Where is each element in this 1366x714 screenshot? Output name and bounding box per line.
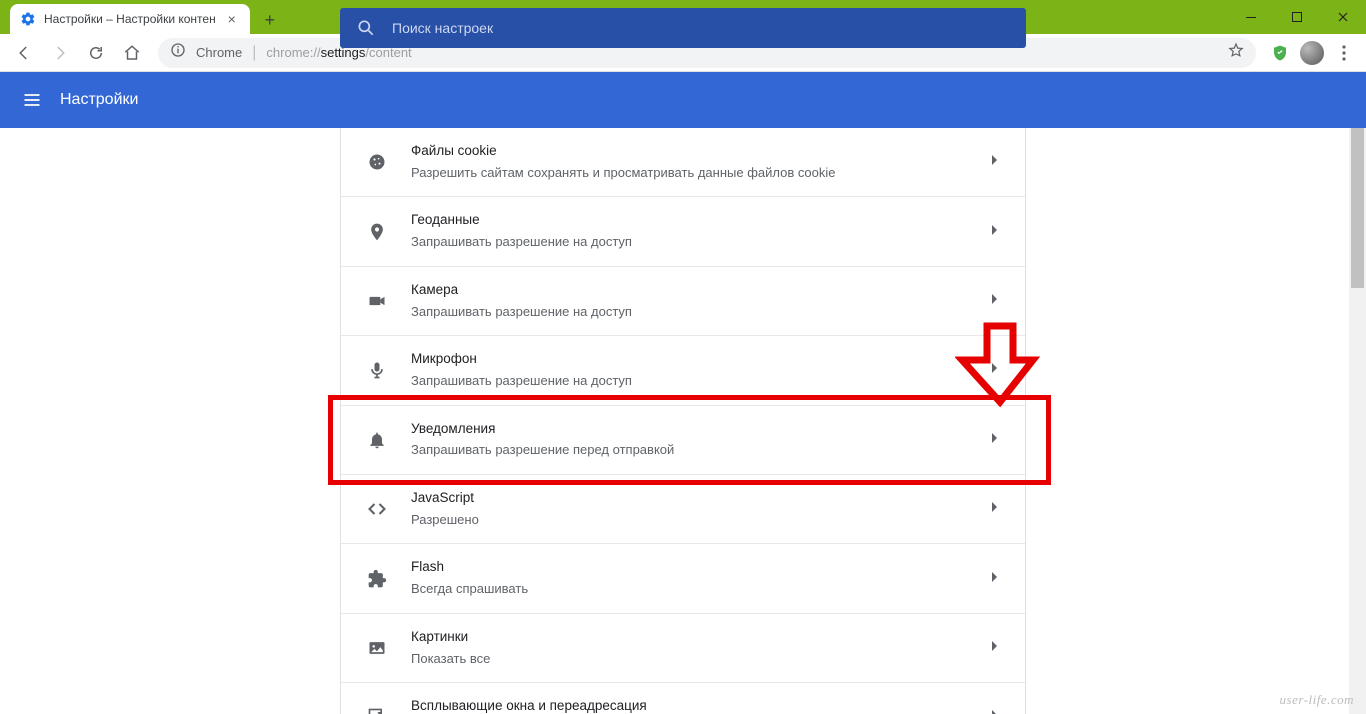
window-close-button[interactable]	[1320, 0, 1366, 34]
code-icon	[365, 497, 389, 521]
setting-title: Камера	[411, 281, 985, 300]
setting-subtitle: Разрешено	[411, 510, 985, 530]
menu-hamburger-button[interactable]	[8, 90, 56, 110]
content-settings-list: Файлы cookie Разрешить сайтам сохранять и…	[340, 128, 1026, 714]
setting-row-cookies[interactable]: Файлы cookie Разрешить сайтам сохранять и…	[341, 128, 1025, 196]
settings-header: Настройки	[0, 72, 1366, 128]
nav-home-button[interactable]	[116, 37, 148, 69]
bookmark-star-icon[interactable]	[1228, 42, 1244, 63]
settings-search-box[interactable]	[340, 8, 1026, 48]
browser-tab[interactable]: Настройки – Настройки контен ×	[10, 4, 250, 34]
nav-back-button[interactable]	[8, 37, 40, 69]
nav-forward-button[interactable]	[44, 37, 76, 69]
window-maximize-button[interactable]	[1274, 0, 1320, 34]
scrollbar-thumb[interactable]	[1351, 128, 1364, 288]
chevron-right-icon	[985, 639, 1005, 657]
profile-avatar[interactable]	[1298, 39, 1326, 67]
setting-row-popups[interactable]: Всплывающие окна и переадресацияЗаблокир…	[341, 682, 1025, 714]
setting-subtitle: Показать все	[411, 649, 985, 669]
setting-subtitle: Всегда спрашивать	[411, 579, 985, 599]
popup-icon	[365, 705, 389, 714]
microphone-icon	[365, 358, 389, 382]
setting-title: Уведомления	[411, 420, 985, 439]
bell-icon	[365, 428, 389, 452]
setting-row-javascript[interactable]: JavaScript Разрешено	[341, 474, 1025, 543]
chevron-right-icon	[985, 570, 1005, 588]
omnibox-separator: |	[252, 44, 256, 62]
new-tab-button[interactable]: +	[256, 6, 284, 34]
search-icon	[356, 18, 376, 38]
window-minimize-button[interactable]	[1228, 0, 1274, 34]
setting-row-location[interactable]: Геоданные Запрашивать разрешение на досту…	[341, 196, 1025, 265]
setting-row-flash[interactable]: Flash Всегда спрашивать	[341, 543, 1025, 612]
setting-title: Файлы cookie	[411, 142, 985, 161]
chevron-right-icon	[985, 292, 1005, 310]
chevron-right-icon	[985, 708, 1005, 714]
tab-close-icon[interactable]: ×	[224, 11, 240, 27]
setting-row-notifications[interactable]: УведомленияЗапрашивать разрешение перед …	[341, 405, 1025, 474]
camera-icon	[365, 289, 389, 313]
setting-title: Всплывающие окна и переадресация	[411, 697, 985, 714]
browser-menu-button[interactable]	[1330, 45, 1358, 61]
setting-subtitle: Запрашивать разрешение на доступ	[411, 232, 985, 252]
setting-title: Геоданные	[411, 211, 985, 230]
tab-title: Настройки – Настройки контен	[44, 12, 216, 26]
setting-row-images[interactable]: Картинки Показать все	[341, 613, 1025, 682]
chevron-right-icon	[985, 153, 1005, 171]
site-info-icon[interactable]	[170, 42, 186, 63]
cookie-icon	[365, 150, 389, 174]
setting-title: Картинки	[411, 628, 985, 647]
nav-reload-button[interactable]	[80, 37, 112, 69]
settings-search-input[interactable]	[392, 20, 1010, 36]
extension-shield-icon[interactable]	[1266, 39, 1294, 67]
setting-subtitle: Запрашивать разрешение на доступ	[411, 302, 985, 322]
setting-subtitle: Разрешить сайтам сохранять и просматрива…	[411, 163, 985, 183]
setting-row-microphone[interactable]: Микрофон Запрашивать разрешение на доступ	[341, 335, 1025, 404]
window-controls	[1228, 0, 1366, 34]
omnibox-chrome-label: Chrome	[196, 45, 242, 60]
setting-title: JavaScript	[411, 489, 985, 508]
location-icon	[365, 220, 389, 244]
setting-row-camera[interactable]: Камера Запрашивать разрешение на доступ	[341, 266, 1025, 335]
puzzle-icon	[365, 567, 389, 591]
gear-icon	[20, 11, 36, 27]
watermark: user-life.com	[1280, 692, 1354, 708]
setting-subtitle: Запрашивать разрешение на доступ	[411, 371, 985, 391]
setting-subtitle: Запрашивать разрешение перед отправкой	[411, 440, 985, 460]
setting-title: Flash	[411, 558, 985, 577]
page-title: Настройки	[60, 91, 138, 109]
chevron-right-icon	[985, 500, 1005, 518]
chevron-right-icon	[985, 223, 1005, 241]
content-area: Файлы cookie Разрешить сайтам сохранять и…	[0, 128, 1366, 714]
setting-title: Микрофон	[411, 350, 985, 369]
chevron-right-icon	[985, 431, 1005, 449]
scrollbar[interactable]	[1349, 128, 1366, 714]
image-icon	[365, 636, 389, 660]
chevron-right-icon	[985, 361, 1005, 379]
